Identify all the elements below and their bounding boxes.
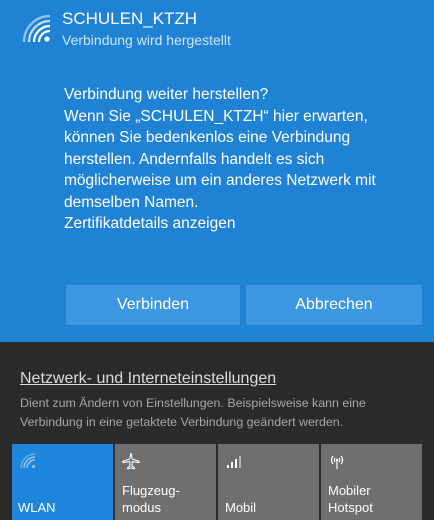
message-body: Wenn Sie „SCHULEN_KTZH“ hier erwarten, k…: [64, 107, 376, 211]
network-settings-link[interactable]: Netzwerk- und Interneteinstellungen: [20, 370, 276, 388]
tile-cellular[interactable]: Mobil: [218, 444, 319, 520]
network-flyout: SCHULEN_KTZH Verbindung wird hergestellt…: [0, 0, 434, 520]
tile-label: Mobiler Hotspot: [328, 483, 373, 515]
settings-section: Netzwerk- und Interneteinstellungen Dien…: [0, 342, 434, 442]
connect-button[interactable]: Verbinden: [66, 285, 240, 325]
airplane-icon: [122, 452, 140, 470]
network-card: SCHULEN_KTZH Verbindung wird hergestellt…: [0, 0, 434, 342]
quick-actions: WLAN Flugzeug- modus Mobil Mobiler Hotsp…: [12, 444, 424, 520]
cellular-icon: [227, 456, 241, 468]
tile-label: WLAN: [18, 500, 56, 515]
tile-mobile-hotspot[interactable]: Mobiler Hotspot: [321, 444, 422, 520]
network-status: Verbindung wird hergestellt: [62, 32, 231, 48]
network-name: SCHULEN_KTZH: [62, 9, 198, 28]
connection-message: Verbindung weiter herstellen? Wenn Sie „…: [64, 84, 420, 235]
settings-description: Dient zum Ändern von Einstellungen. Beis…: [20, 396, 366, 429]
wifi-icon: [20, 453, 36, 469]
wifi-connecting-icon: [22, 14, 51, 43]
cancel-button[interactable]: Abbrechen: [246, 285, 422, 325]
message-question: Verbindung weiter herstellen?: [64, 86, 269, 103]
network-header: SCHULEN_KTZH Verbindung wird hergestellt: [20, 8, 231, 50]
tile-airplane-mode[interactable]: Flugzeug- modus: [115, 444, 216, 520]
hotspot-icon: [330, 455, 344, 469]
tile-label: Flugzeug- modus: [122, 483, 180, 515]
certificate-details-link[interactable]: Zertifikatdetails anzeigen: [64, 213, 420, 235]
tile-wlan[interactable]: WLAN: [12, 444, 113, 520]
tile-label: Mobil: [225, 500, 257, 515]
